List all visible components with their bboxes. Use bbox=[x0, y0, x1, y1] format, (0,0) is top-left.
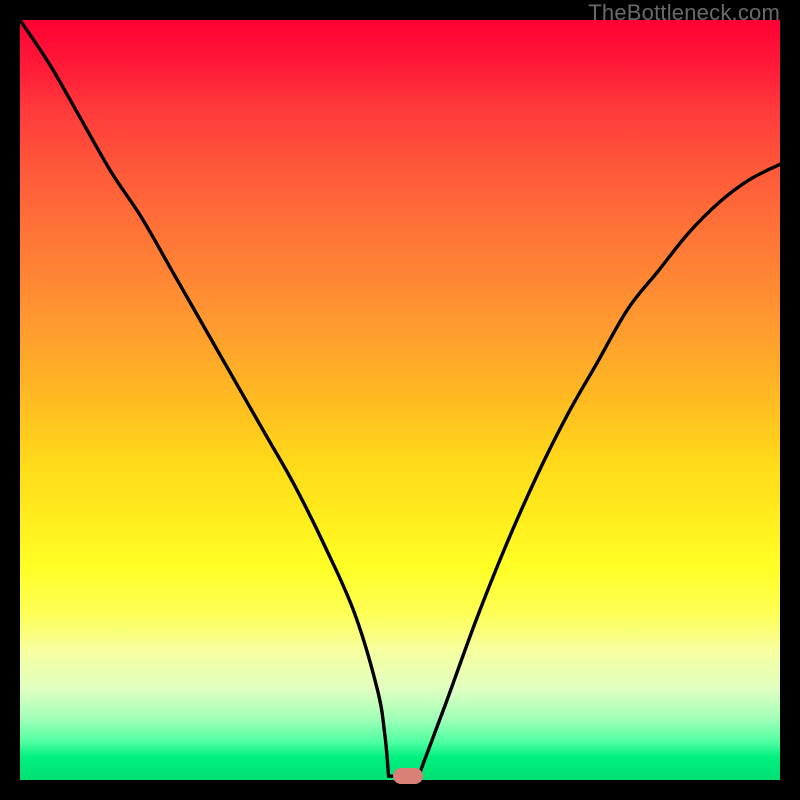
optimal-marker bbox=[393, 768, 423, 784]
curve-svg bbox=[20, 20, 780, 780]
bottleneck-curve bbox=[20, 20, 780, 776]
watermark-text: TheBottleneck.com bbox=[588, 0, 780, 26]
chart-frame: TheBottleneck.com bbox=[0, 0, 800, 800]
plot-area bbox=[20, 20, 780, 780]
